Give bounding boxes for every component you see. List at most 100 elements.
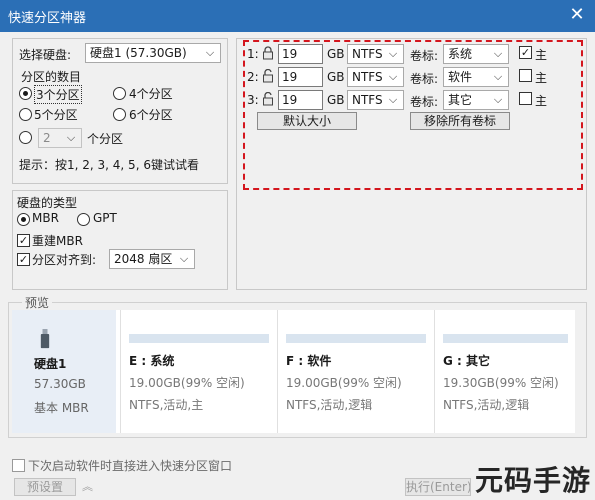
size-unit: GB xyxy=(327,47,345,61)
partition-preview[interactable]: G : 其它 19.30GB(99% 空闲) NTFS,活动,逻辑 xyxy=(434,310,575,433)
radio-5-partitions-label[interactable]: 5个分区 xyxy=(34,106,78,123)
partition-preview-name: E : 系统 xyxy=(129,354,175,368)
unlock-icon[interactable] xyxy=(262,92,274,106)
radio-3-partitions[interactable] xyxy=(19,87,32,100)
radio-mbr-label[interactable]: MBR xyxy=(32,211,59,225)
chevron-down-icon: ⌵ xyxy=(388,93,398,106)
partition-index: 1: xyxy=(247,47,259,61)
partition-index: 3: xyxy=(247,93,259,107)
disk-select-value: 硬盘1 (57.30GB) xyxy=(90,46,187,60)
preset-button[interactable]: 预设置 xyxy=(14,478,76,496)
lock-icon[interactable] xyxy=(262,46,274,60)
chevron-down-icon: ⌵ xyxy=(493,47,503,60)
chevron-down-icon: ⌵ xyxy=(493,70,503,83)
custom-partition-count-value: 2 xyxy=(43,131,51,145)
filesystem-value: NTFS xyxy=(352,70,383,84)
usb-drive-icon xyxy=(40,329,50,349)
radio-6-partitions[interactable] xyxy=(113,108,126,121)
radio-gpt[interactable] xyxy=(77,213,90,226)
disk-type-label: 硬盘的类型 xyxy=(17,196,78,210)
size-unit: GB xyxy=(327,70,345,84)
radio-gpt-label[interactable]: GPT xyxy=(93,211,117,225)
volume-label-dropdown[interactable]: 其它 ⌵ xyxy=(443,90,509,110)
partition-preview[interactable]: E : 系统 19.00GB(99% 空闲) NTFS,活动,主 xyxy=(120,310,276,433)
rebuild-mbr-checkbox[interactable]: ✓ xyxy=(17,234,30,247)
align-label[interactable]: 分区对齐到: xyxy=(32,251,96,268)
partition-highlight-frame: 1: 19 GB NTFS ⌵ 卷标: 系统 ⌵ ✓ 主 2: 19 GB NT… xyxy=(243,40,583,190)
partition-preview-name: G : 其它 xyxy=(443,354,491,368)
volume-label-value: 软件 xyxy=(448,70,473,84)
partition-size-input[interactable]: 19 xyxy=(278,67,323,87)
volume-label-value: 系统 xyxy=(448,47,473,61)
partition-preview-name: F : 软件 xyxy=(286,354,332,368)
unlock-icon[interactable] xyxy=(262,69,274,83)
window-title: 快速分区神器 xyxy=(8,11,87,26)
primary-label[interactable]: 主 xyxy=(535,92,547,109)
radio-3-partitions-label[interactable]: 3个分区 xyxy=(34,85,82,104)
disk-tile[interactable]: 硬盘1 57.30GB 基本 MBR xyxy=(12,310,116,433)
filesystem-dropdown[interactable]: NTFS ⌵ xyxy=(347,67,404,87)
partition-usage-bar xyxy=(443,334,568,343)
chevron-down-icon: ⌵ xyxy=(493,93,503,106)
volume-label-dropdown[interactable]: 系统 ⌵ xyxy=(443,44,509,64)
custom-partition-count-dropdown[interactable]: 2 ⌵ xyxy=(38,128,82,148)
radio-custom-partitions[interactable] xyxy=(19,131,32,144)
chevron-down-icon: ⌵ xyxy=(179,252,189,265)
partition-preview-size: 19.00GB(99% 空闲) xyxy=(286,376,402,390)
disk-type-group: 硬盘的类型 MBR GPT ✓ 重建MBR ✓ 分区对齐到: 2048 扇区 ⌵ xyxy=(12,190,228,290)
align-checkbox[interactable]: ✓ xyxy=(17,253,30,266)
disk-select-label: 选择硬盘: xyxy=(19,48,72,62)
partition-size-input[interactable]: 19 xyxy=(278,44,323,64)
close-icon[interactable]: ✕ xyxy=(567,4,587,26)
filesystem-dropdown[interactable]: NTFS ⌵ xyxy=(347,90,404,110)
primary-checkbox[interactable] xyxy=(519,92,532,105)
partition-usage-bar xyxy=(129,334,269,343)
preview-label: 预览 xyxy=(22,294,53,311)
partition-preview-info: NTFS,活动,逻辑 xyxy=(443,398,530,412)
primary-checkbox[interactable] xyxy=(519,69,532,82)
chevron-down-icon: ⌵ xyxy=(66,131,76,144)
disk-select-dropdown[interactable]: 硬盘1 (57.30GB) ⌵ xyxy=(85,43,221,63)
primary-label[interactable]: 主 xyxy=(535,46,547,63)
partition-preview-size: 19.30GB(99% 空闲) xyxy=(443,376,559,390)
partition-usage-bar xyxy=(286,334,426,343)
remove-all-labels-button[interactable]: 移除所有卷标 xyxy=(410,112,510,130)
client-area: 选择硬盘: 硬盘1 (57.30GB) ⌵ 分区的数目 3个分区 4个分区 5个… xyxy=(0,32,595,500)
volume-label-dropdown[interactable]: 软件 ⌵ xyxy=(443,67,509,87)
volume-label-text: 卷标: xyxy=(410,95,439,109)
radio-6-partitions-label[interactable]: 6个分区 xyxy=(129,106,173,123)
volume-label-text: 卷标: xyxy=(410,49,439,63)
chevron-down-icon: ⌵ xyxy=(388,70,398,83)
startup-direct-label[interactable]: 下次启动软件时直接进入快速分区窗口 xyxy=(28,457,232,474)
filesystem-value: NTFS xyxy=(352,93,383,107)
disk-size: 57.30GB xyxy=(34,377,86,391)
align-dropdown[interactable]: 2048 扇区 ⌵ xyxy=(109,249,195,269)
radio-4-partitions[interactable] xyxy=(113,87,126,100)
watermark-logo: 元码手游网 xyxy=(474,464,591,497)
disk-type: 基本 MBR xyxy=(34,401,89,415)
rebuild-mbr-label[interactable]: 重建MBR xyxy=(32,232,83,249)
double-chevron-up-icon[interactable]: ︽ xyxy=(82,478,93,494)
filesystem-value: NTFS xyxy=(352,47,383,61)
filesystem-dropdown[interactable]: NTFS ⌵ xyxy=(347,44,404,64)
radio-mbr[interactable] xyxy=(17,213,30,226)
partition-count-label: 分区的数目 xyxy=(21,70,82,84)
preview-panel: 硬盘1 57.30GB 基本 MBR E : 系统 19.00GB(99% 空闲… xyxy=(12,310,575,433)
align-value: 2048 扇区 xyxy=(114,252,173,266)
radio-5-partitions[interactable] xyxy=(19,108,32,121)
title-bar: 快速分区神器 ✕ xyxy=(0,0,595,32)
partition-preview-size: 19.00GB(99% 空闲) xyxy=(129,376,245,390)
partition-size-input[interactable]: 19 xyxy=(278,90,323,110)
size-unit: GB xyxy=(327,93,345,107)
startup-direct-checkbox[interactable] xyxy=(12,459,25,472)
partition-preview-info: NTFS,活动,逻辑 xyxy=(286,398,373,412)
primary-label[interactable]: 主 xyxy=(535,69,547,86)
hint-text: 提示：按1, 2, 3, 4, 5, 6键试试看 xyxy=(19,158,199,172)
primary-checkbox[interactable]: ✓ xyxy=(519,46,532,59)
partition-preview[interactable]: F : 软件 19.00GB(99% 空闲) NTFS,活动,逻辑 xyxy=(277,310,433,433)
default-size-button[interactable]: 默认大小 xyxy=(257,112,357,130)
volume-label-value: 其它 xyxy=(448,93,473,107)
partition-preview-info: NTFS,活动,主 xyxy=(129,398,204,412)
custom-partition-suffix: 个分区 xyxy=(87,132,124,146)
radio-4-partitions-label[interactable]: 4个分区 xyxy=(129,85,173,102)
